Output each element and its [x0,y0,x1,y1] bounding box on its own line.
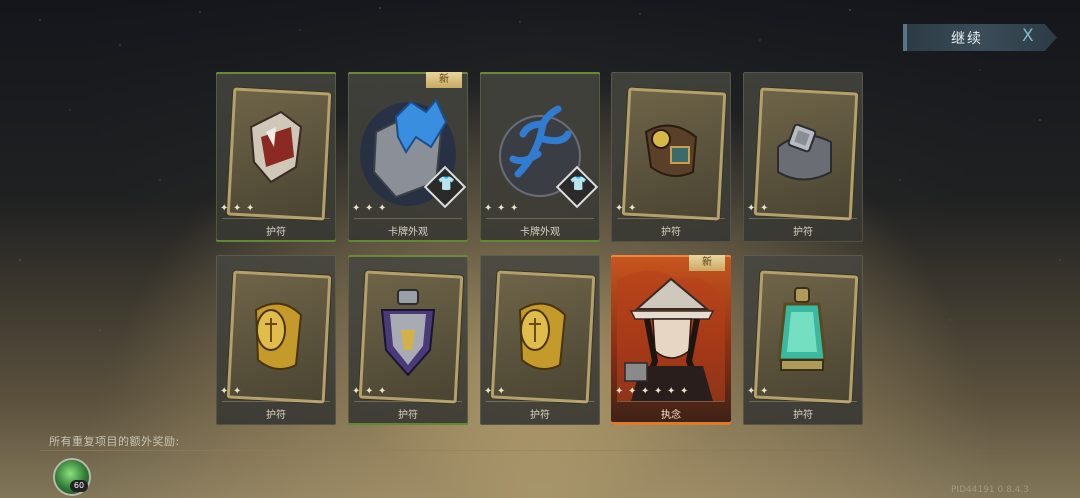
reward-card-4[interactable]: ✦ ✦ 护符 [611,72,731,242]
rarity-stars: ✦ ✦ [615,203,637,214]
rarity-stars: ✦ ✦ ✦ [220,203,255,214]
divider [40,450,1040,451]
divider [486,401,594,402]
card-type-label: 护符 [266,410,286,421]
green-lantern-icon [777,287,827,371]
divider [222,218,330,219]
rarity-stars: ✦ ✦ ✦ [484,203,519,214]
steel-ring-icon [777,123,832,181]
continue-label: 继续 [951,30,983,47]
rarity-stars: ✦ ✦ [484,386,506,397]
reward-card-10[interactable]: ✦ ✦ 护符 [743,255,863,425]
divider [749,401,857,402]
divider [617,218,725,219]
divider [354,401,462,402]
card-type-label: 护符 [266,227,286,238]
reward-card-5[interactable]: ✦ ✦ 护符 [743,72,863,242]
card-type-label: 护符 [398,410,418,421]
reward-card-3[interactable]: 👕 ✦ ✦ ✦ 卡牌外观 [480,72,600,242]
card-type-label: 执念 [661,410,681,421]
divider [617,401,725,402]
hatted-heroine-portrait [617,270,725,401]
reward-card-2[interactable]: 新 👕 ✦ ✦ ✦ 卡牌外观 [348,72,468,242]
shield-flask-icon [380,289,436,377]
card-type-label: 卡牌外观 [520,227,560,238]
reward-card-1[interactable]: ✦ ✦ ✦ 护符 [216,72,336,242]
rarity-stars: ✦ ✦ [747,203,769,214]
reward-card-7[interactable]: ✦ ✦ ✦ 护符 [348,255,468,425]
divider [486,218,594,219]
close-icon[interactable]: X [1022,26,1034,46]
continue-button[interactable]: 继续 X [903,24,1057,51]
goggles-amulet-icon [644,124,698,177]
divider [354,218,462,219]
gold-bracer-icon [518,302,567,370]
duplicate-bonus-label: 所有重复项目的额外奖励: [49,435,180,448]
reward-card-6[interactable]: ✦ ✦ 护符 [216,255,336,425]
card-type-label: 护符 [530,410,550,421]
card-type-label: 护符 [661,227,681,238]
divider [749,218,857,219]
card-type-label: 卡牌外观 [388,227,428,238]
card-type-label: 护符 [793,410,813,421]
card-type-label: 护符 [793,227,813,238]
rarity-stars: ✦ ✦ [220,386,242,397]
reward-card-8[interactable]: ✦ ✦ 护符 [480,255,600,425]
divider [222,401,330,402]
rarity-stars: ✦ ✦ ✦ ✦ ✦ ✦ [615,386,689,397]
rarity-stars: ✦ ✦ ✦ [352,203,387,214]
new-badge: 新 [426,72,462,88]
reward-card-9[interactable]: 新 ✦ ✦ ✦ ✦ ✦ ✦ 执念 [611,255,731,425]
broken-helmet-icon [249,110,303,184]
rarity-stars: ✦ ✦ ✦ [352,386,387,397]
rarity-stars: ✦ ✦ [747,386,769,397]
bonus-item-count: 60 [70,480,88,492]
gold-bracer-icon [254,302,303,370]
build-version: PID44191 0.8.4.3 [951,485,1029,495]
